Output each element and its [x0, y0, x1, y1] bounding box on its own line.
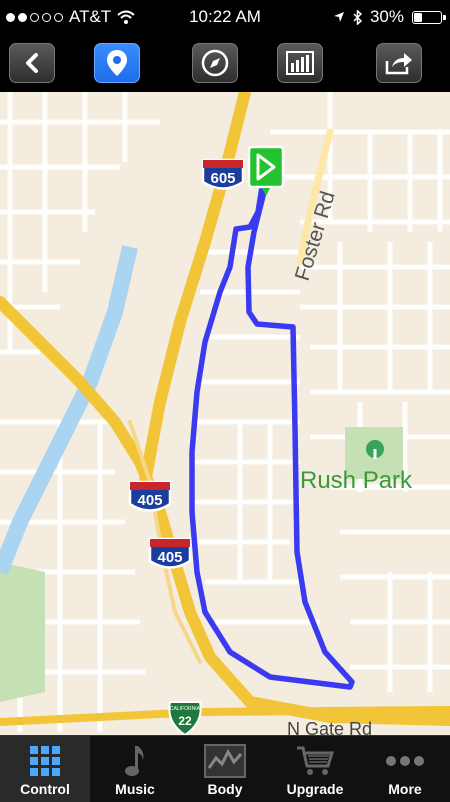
- map-view[interactable]: 605 405 405 CALIFORNIA 22 Foster Rd Rush…: [0, 92, 450, 735]
- stats-button[interactable]: [277, 43, 323, 83]
- shield-605-label: 605: [210, 170, 235, 187]
- tab-music-label: Music: [115, 781, 155, 797]
- interstate-405-shield-upper: 405: [128, 480, 172, 512]
- cart-icon: [297, 746, 334, 775]
- share-arrow-icon: [385, 53, 412, 75]
- chevron-left-icon: [26, 53, 38, 73]
- bluetooth-icon: [353, 9, 362, 25]
- ca-22-shield: CALIFORNIA 22: [168, 701, 202, 735]
- tab-upgrade[interactable]: Upgrade: [270, 736, 360, 802]
- battery-percent: 30%: [369, 7, 404, 26]
- freeway-405: [0, 296, 450, 726]
- interstate-405-shield-lower: 405: [148, 537, 192, 569]
- n-gate-rd-label: N Gate Rd: [287, 719, 372, 735]
- heart-graph-icon: [204, 744, 246, 778]
- toolbar: [0, 34, 450, 92]
- start-marker[interactable]: [247, 145, 285, 196]
- battery-icon: [412, 10, 446, 24]
- tab-control[interactable]: Control: [0, 736, 90, 802]
- bar-chart-icon: [286, 51, 314, 75]
- compass-button[interactable]: [192, 43, 238, 83]
- tab-more[interactable]: More: [360, 736, 450, 802]
- tab-upgrade-label: Upgrade: [286, 781, 344, 797]
- tab-music[interactable]: Music: [90, 736, 180, 802]
- rush-park-label: Rush Park: [300, 467, 413, 494]
- interstate-605-shield: 605: [201, 158, 245, 190]
- share-button[interactable]: [376, 43, 422, 83]
- status-bar: AT&T 10:22 AM 30%: [0, 0, 450, 34]
- tab-body-label: Body: [207, 781, 243, 797]
- location-pin-icon: [107, 50, 127, 76]
- tab-more-label: More: [388, 781, 422, 797]
- music-note-icon: [125, 746, 144, 776]
- grid-icon: [30, 746, 60, 776]
- compass-icon: [201, 49, 229, 77]
- shield-405-upper-label: 405: [137, 492, 162, 509]
- tab-bar: Control Music Body Upgrade More: [0, 735, 450, 802]
- location-arrow-icon: [333, 12, 344, 22]
- more-dots-icon: [386, 756, 424, 766]
- shield-405-lower-label: 405: [157, 549, 182, 566]
- green-area: [0, 562, 45, 702]
- ca-22-header: CALIFORNIA: [170, 706, 201, 712]
- tab-body[interactable]: Body: [180, 736, 270, 802]
- tab-control-label: Control: [20, 781, 70, 797]
- ca-22-label: 22: [178, 714, 192, 728]
- back-button[interactable]: [9, 43, 55, 83]
- map-button[interactable]: [94, 43, 140, 83]
